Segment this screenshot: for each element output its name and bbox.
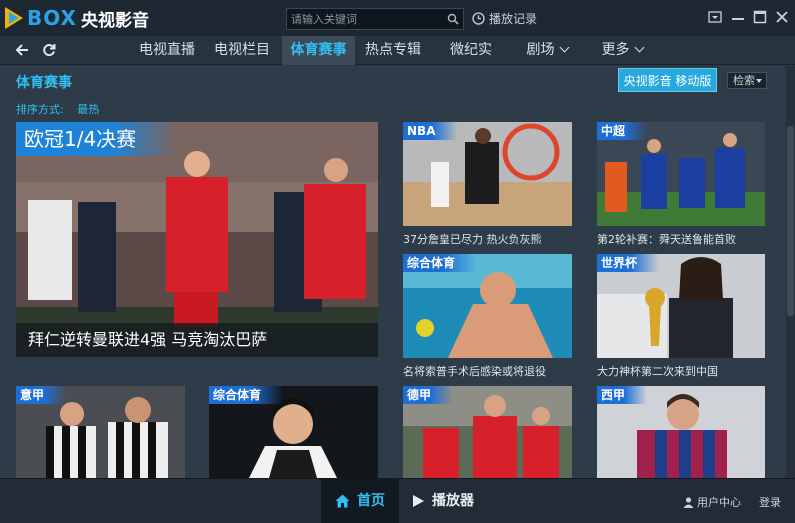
category-badge: 西甲: [597, 386, 648, 404]
mobile-version-button[interactable]: 央视影音 移动版: [618, 68, 717, 92]
home-icon: [335, 494, 350, 508]
user-center-link[interactable]: 用户中心: [683, 494, 741, 510]
close-icon[interactable]: [775, 10, 789, 24]
user-icon: [683, 496, 694, 508]
mini-mode-icon[interactable]: [708, 10, 722, 24]
tile-caption: 37分詹皇已尽力 热火负灰熊: [403, 233, 542, 246]
logo-box-text: BOX: [27, 6, 77, 30]
search-icon[interactable]: [447, 13, 459, 25]
tab-micro-documentary[interactable]: 微纪实: [436, 36, 506, 65]
category-badge: 综合体育: [209, 386, 284, 404]
filter-dropdown[interactable]: 检索: [727, 72, 767, 89]
news-tile-general-sports[interactable]: 综合体育 名将索普手术后感染或将退役: [403, 254, 572, 378]
tab-theater-label: 剧场: [526, 42, 555, 58]
tile-caption: 第2轮补赛：舜天送鲁能首败: [597, 233, 736, 246]
tile-caption: 大力神杯第二次来到中国: [597, 365, 718, 378]
news-tile-la-liga[interactable]: 西甲: [597, 386, 765, 478]
play-history-label: 播放记录: [489, 12, 538, 26]
logo-mark-icon: [5, 7, 25, 29]
home-button[interactable]: 首页: [321, 479, 399, 523]
login-link[interactable]: 登录: [759, 494, 781, 510]
category-badge: 意甲: [16, 386, 67, 404]
maximize-icon[interactable]: [753, 10, 767, 24]
vertical-scrollbar[interactable]: [786, 66, 795, 478]
play-icon: [413, 495, 424, 507]
category-badge: 世界杯: [597, 254, 660, 272]
tab-tv-columns[interactable]: 电视栏目: [207, 36, 277, 65]
logo-cn-text: 央视影音: [80, 10, 149, 31]
featured-tile[interactable]: 欧冠1/4决赛 拜仁逆转曼联进4强 马竞淘汰巴萨: [16, 122, 378, 357]
back-arrow-icon[interactable]: [14, 42, 30, 58]
tab-more-label: 更多: [601, 42, 630, 58]
home-label: 首页: [357, 493, 385, 509]
category-badge: NBA: [403, 122, 458, 140]
clock-icon: [472, 12, 485, 25]
search-box[interactable]: [286, 8, 464, 30]
category-badge: 德甲: [403, 386, 454, 404]
sort-options: 排序方式: 最热: [16, 101, 99, 117]
filter-label: 检索: [733, 74, 755, 87]
title-bar: BOX 央视影音 播放记录: [0, 0, 795, 36]
tab-theater[interactable]: 剧场: [517, 36, 577, 65]
player-label: 播放器: [432, 493, 474, 509]
chevron-down-icon: [559, 42, 569, 53]
tab-tv-live[interactable]: 电视直播: [132, 36, 202, 65]
news-tile-bundesliga[interactable]: 德甲: [403, 386, 572, 478]
featured-category-label: 欧冠1/4决赛: [16, 122, 177, 156]
news-tile-serie-a[interactable]: 意甲: [16, 386, 185, 478]
news-tile-csl[interactable]: 中超 第2轮补赛：舜天送鲁能首败: [597, 122, 765, 246]
nav-bar: 电视直播 电视栏目 体育赛事 热点专辑 微纪实 剧场 更多: [0, 36, 795, 65]
news-tile-world-cup[interactable]: 世界杯 大力神杯第二次来到中国: [597, 254, 765, 378]
news-tile-nba[interactable]: NBA 37分詹皇已尽力 热火负灰熊: [403, 122, 572, 246]
featured-caption: 拜仁逆转曼联进4强 马竞淘汰巴萨: [16, 323, 378, 357]
tab-more[interactable]: 更多: [594, 36, 650, 65]
play-history-button[interactable]: 播放记录: [472, 10, 537, 27]
category-badge: 中超: [597, 122, 648, 140]
scrollbar-thumb[interactable]: [787, 126, 794, 316]
category-badge: 综合体育: [403, 254, 478, 272]
dropdown-arrow-icon: [756, 79, 762, 83]
minimize-icon[interactable]: [731, 10, 745, 24]
player-button[interactable]: 播放器: [410, 479, 474, 523]
content-area: 体育赛事 央视影音 移动版 检索 排序方式: 最热 欧冠1/4决赛 拜仁逆转曼联…: [0, 66, 795, 478]
search-input[interactable]: [287, 12, 437, 26]
section-title: 体育赛事: [16, 75, 72, 91]
app-logo: BOX 央视影音: [5, 6, 149, 31]
tab-hot-albums[interactable]: 热点专辑: [358, 36, 428, 65]
tab-sports[interactable]: 体育赛事: [282, 36, 355, 65]
sort-hot-link[interactable]: 最热: [77, 103, 99, 116]
tile-caption: 名将索普手术后感染或将退役: [403, 365, 546, 378]
refresh-icon[interactable]: [41, 42, 57, 58]
sort-label: 排序方式:: [16, 103, 64, 116]
chevron-down-icon: [634, 42, 644, 53]
user-center-label: 用户中心: [697, 496, 741, 509]
footer-bar: 首页 播放器 用户中心 登录: [0, 478, 795, 523]
featured-thumbnail: [16, 122, 378, 357]
news-tile-snooker[interactable]: 综合体育: [209, 386, 378, 478]
